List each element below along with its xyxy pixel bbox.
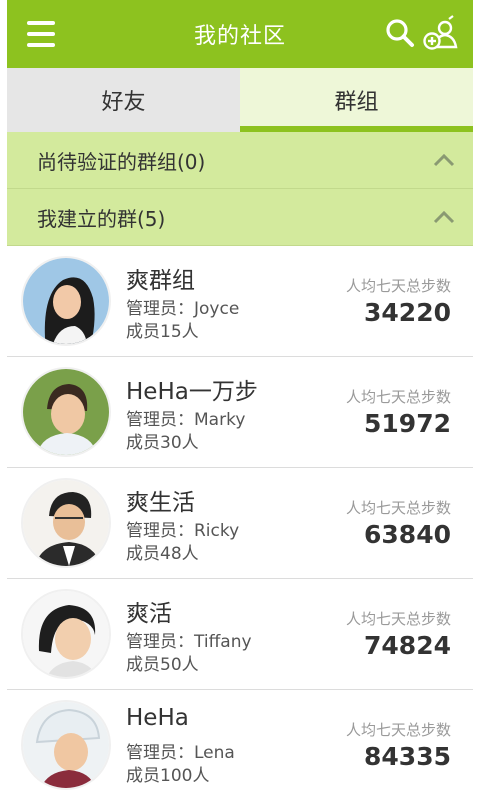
steps-value: 51972 [364,409,451,438]
group-name: 爽活 [126,601,172,627]
group-admin: 管理员：Marky [126,410,246,430]
group-row[interactable]: HeHa一万步 管理员：Marky 成员30人 人均七天总步数 51972 [7,357,473,468]
group-admin: 管理员：Tiffany [126,632,252,652]
steps-label: 人均七天总步数 [345,610,451,628]
group-row[interactable]: 爽群组 管理员：Joyce 成员15人 人均七天总步数 34220 [7,246,473,357]
section-pending-groups[interactable]: 尚待验证的群组(0) [7,132,473,189]
section-created-groups[interactable]: 我建立的群(5) [7,189,473,246]
steps-label: 人均七天总步数 [345,277,451,295]
group-name: 爽群组 [126,268,195,294]
group-row[interactable]: HeHa 管理员：Lena 成员100人 人均七天总步数 84335 [7,690,473,800]
group-row[interactable]: 爽活 管理员：Tiffany 成员50人 人均七天总步数 74824 [7,579,473,690]
add-group-icon[interactable] [423,15,459,51]
group-list: 爽群组 管理员：Joyce 成员15人 人均七天总步数 34220 HeHa一万… [7,246,473,800]
group-members: 成员50人 [126,655,199,675]
group-members: 成员30人 [126,433,199,453]
group-members: 成员48人 [126,544,199,564]
group-admin: 管理员：Joyce [126,299,240,319]
steps-value: 63840 [364,520,451,549]
tab-bar: 好友 群组 [7,68,473,132]
steps-value: 74824 [364,631,451,660]
steps-label: 人均七天总步数 [345,499,451,517]
group-members: 成员100人 [126,766,210,786]
avatar [23,702,109,788]
chevron-up-icon [433,210,455,224]
tab-groups[interactable]: 群组 [240,68,473,132]
steps-label: 人均七天总步数 [345,721,451,739]
top-bar: 我的社区 [7,0,473,68]
chevron-up-icon [433,153,455,167]
search-icon[interactable] [385,18,415,48]
steps-value: 84335 [364,742,451,771]
avatar [23,591,109,677]
app-screen: 我的社区 好友 群组 尚待验证的群组(0) 我建立的群(5) 爽群组 管理员：J… [7,0,473,800]
group-row[interactable]: 爽生活 管理员：Ricky 成员48人 人均七天总步数 63840 [7,468,473,579]
group-name: 爽生活 [126,490,195,516]
avatar [23,258,109,344]
group-admin: 管理员：Ricky [126,521,240,541]
steps-label: 人均七天总步数 [345,388,451,406]
tab-friends[interactable]: 好友 [7,68,240,132]
group-members: 成员15人 [126,322,199,342]
group-name: HeHa [126,705,189,731]
steps-value: 34220 [364,298,451,327]
group-admin: 管理员：Lena [126,743,235,763]
avatar [23,369,109,455]
avatar [23,480,109,566]
section-pending-label: 尚待验证的群组(0) [37,149,206,174]
section-created-label: 我建立的群(5) [37,206,166,231]
group-name: HeHa一万步 [126,379,258,405]
